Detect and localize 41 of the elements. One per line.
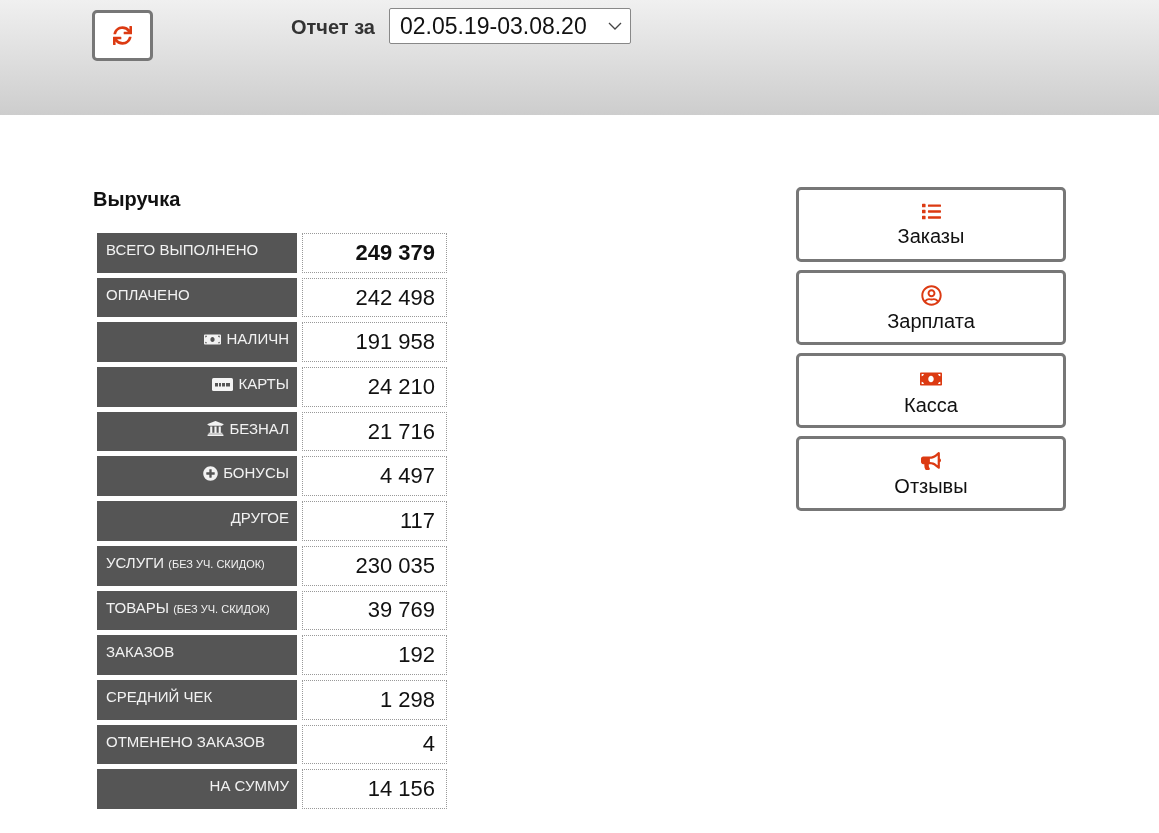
metric-label: ОПЛАЧЕНО	[106, 285, 190, 304]
value-cell: 24 210	[302, 367, 447, 407]
nav-button[interactable]: Зарплата	[796, 270, 1066, 345]
metric-label: ОТМЕНЕНО ЗАКАЗОВ	[106, 732, 266, 751]
card-icon	[212, 377, 234, 391]
metric-label: КАРТЫ	[238, 375, 289, 394]
metric-label: НА СУММУ	[209, 777, 289, 796]
nav-button[interactable]: Отзывы	[796, 436, 1066, 511]
value-cell: 14 156	[302, 769, 447, 809]
value-cell: 242 498	[302, 277, 447, 318]
metric-label: ВСЕГО ВЫПОЛНЕНО	[106, 241, 259, 259]
section-title: Выручка	[93, 187, 182, 211]
value-cell: 39 769	[302, 590, 447, 631]
nav-button[interactable]: Заказы	[796, 187, 1066, 262]
value-cell: 4 497	[302, 456, 447, 497]
bank-icon	[207, 420, 225, 438]
metric-label: БОНУСЫ	[223, 464, 289, 483]
metric-label: ТОВАРЫ (БЕЗ УЧ. СКИДОК)	[106, 598, 270, 618]
metric-label: ЗАКАЗОВ	[106, 643, 175, 662]
refresh-icon	[113, 26, 132, 45]
value-cell: 191 958	[302, 322, 447, 363]
user-icon	[920, 285, 942, 306]
value-cell: 230 035	[302, 545, 447, 586]
metric-label: НАЛИЧН	[226, 330, 289, 349]
megaphone-icon	[921, 451, 941, 471]
nav-button[interactable]: Касса	[796, 353, 1066, 428]
period-label: Отчет за	[291, 15, 375, 40]
period-select[interactable]: 02.05.19-03.08.20	[389, 8, 631, 44]
metric-label: БЕЗНАЛ	[229, 419, 289, 438]
caret-icon	[608, 22, 622, 30]
refresh-button[interactable]	[92, 10, 153, 61]
value-cell: 249 379	[302, 233, 447, 273]
list-icon	[921, 202, 941, 221]
value-cell: 4	[302, 724, 447, 765]
value-cell: 117	[302, 501, 447, 541]
metric-label: ДРУГОЕ	[230, 509, 289, 528]
value-cell: 21 716	[302, 411, 447, 452]
value-cell: 192	[302, 635, 447, 675]
metric-label: УСЛУГИ (БЕЗ УЧ. СКИДОК)	[106, 553, 265, 573]
metric-label: СРЕДНИЙ ЧЕК	[106, 687, 213, 706]
value-cell: 1 298	[302, 679, 447, 720]
